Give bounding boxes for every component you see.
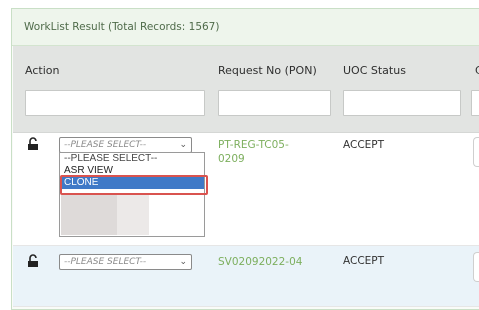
header-request-no: Request No (PON) [218,64,317,77]
table-row: --PLEASE SELECT-- ⌄ SV02092022-04 ACCEPT [13,246,479,307]
uoc-status: ACCEPT [343,139,385,151]
header-action: Action [25,64,60,77]
action-select[interactable]: --PLEASE SELECT-- ⌄ [59,137,192,153]
filter-action[interactable] [25,90,205,116]
partial-field[interactable] [473,137,479,167]
filter-partial[interactable] [471,90,479,116]
chevron-down-icon: ⌄ [179,257,187,267]
panel-title: WorkList Result (Total Records: 1567) [12,9,479,46]
filter-request-no[interactable] [218,90,331,116]
redacted-area [117,195,149,235]
filter-uoc-status[interactable] [343,90,461,116]
chevron-down-icon: ⌄ [179,140,187,150]
redacted-area [61,195,117,235]
header-partial: C [475,64,479,77]
table-header: Action Request No (PON) UOC Status C [13,46,479,133]
action-select-value: --PLEASE SELECT-- [64,257,147,267]
request-no-link[interactable]: SV02092022-04 [218,255,302,269]
action-select-value: --PLEASE SELECT-- [64,140,147,150]
header-uoc-status: UOC Status [343,64,406,77]
uoc-status: ACCEPT [343,255,385,267]
dropdown-option-placeholder[interactable]: --PLEASE SELECT-- [60,153,204,165]
highlight-box [60,175,208,195]
request-no-link[interactable]: PT-REG-TC05- 0209 [218,138,318,166]
action-select[interactable]: --PLEASE SELECT-- ⌄ [59,254,192,270]
unlock-icon[interactable] [26,137,40,151]
partial-field[interactable] [473,252,479,282]
unlock-icon[interactable] [26,254,40,268]
